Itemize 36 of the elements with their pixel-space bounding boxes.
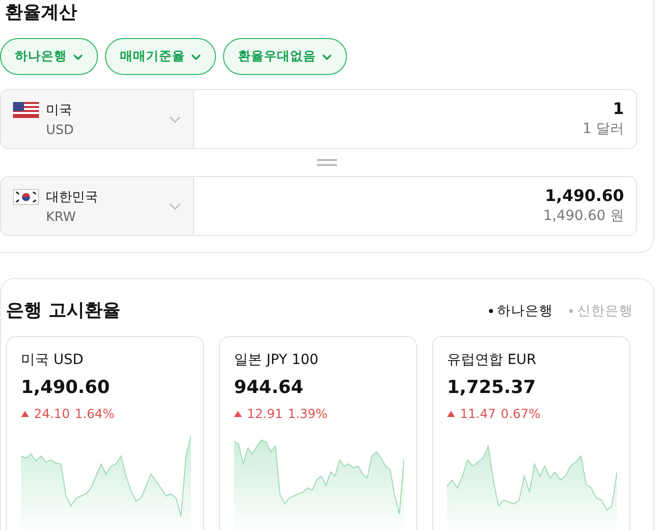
- currency-select[interactable]: 미국 USD: [1, 90, 194, 148]
- chevron-down-icon: [169, 202, 181, 210]
- change-percent: 1.39%: [288, 406, 328, 421]
- equals-icon: [316, 159, 336, 166]
- amount-text: 1,490.60 원: [543, 207, 624, 225]
- currency-select[interactable]: 대한민국 KRW: [1, 177, 194, 235]
- chevron-down-icon: [169, 116, 181, 122]
- flag-icon: [13, 189, 39, 205]
- rate-card[interactable]: 미국 USD 1,490.60 24.10 1.64%: [6, 336, 204, 530]
- change-percent: 0.67%: [500, 406, 541, 421]
- country-name: 대한민국: [46, 189, 99, 206]
- rate-card[interactable]: 유럽연합 EUR 1,725.37 11.47 0.67%: [432, 336, 630, 530]
- bank-tab[interactable]: 하나은행: [489, 302, 553, 320]
- currency-code: KRW: [46, 210, 77, 225]
- chevron-down-icon: [191, 54, 201, 60]
- change-value: 24.10: [34, 406, 70, 421]
- amount-text: 1 달러: [582, 120, 624, 138]
- rate-value: 1,490.60: [21, 377, 111, 398]
- currency-name: 미국 USD: [21, 351, 84, 369]
- amount-value: 1,490.60: [545, 186, 624, 205]
- rate-value: 1,725.37: [447, 377, 537, 398]
- amount-value: 1: [612, 99, 624, 118]
- rate-card[interactable]: 일본 JPY 100 944.64 12.91 1.39%: [219, 336, 417, 530]
- rate-value: 944.64: [234, 377, 304, 398]
- section-title: 환율계산: [4, 1, 78, 25]
- section-title: 은행 고시환율: [6, 299, 120, 323]
- currency-name: 유럽연합 EUR: [447, 351, 538, 369]
- change-value: 12.91: [247, 406, 283, 421]
- change-value: 11.47: [460, 406, 496, 421]
- country-name: 미국: [46, 102, 73, 119]
- currency-name: 일본 JPY 100: [234, 351, 320, 369]
- chevron-down-icon: [73, 54, 83, 60]
- currency-code: USD: [46, 123, 75, 138]
- chevron-down-icon: [322, 54, 332, 60]
- change-percent: 1.64%: [74, 406, 115, 421]
- flag-icon: [13, 102, 39, 118]
